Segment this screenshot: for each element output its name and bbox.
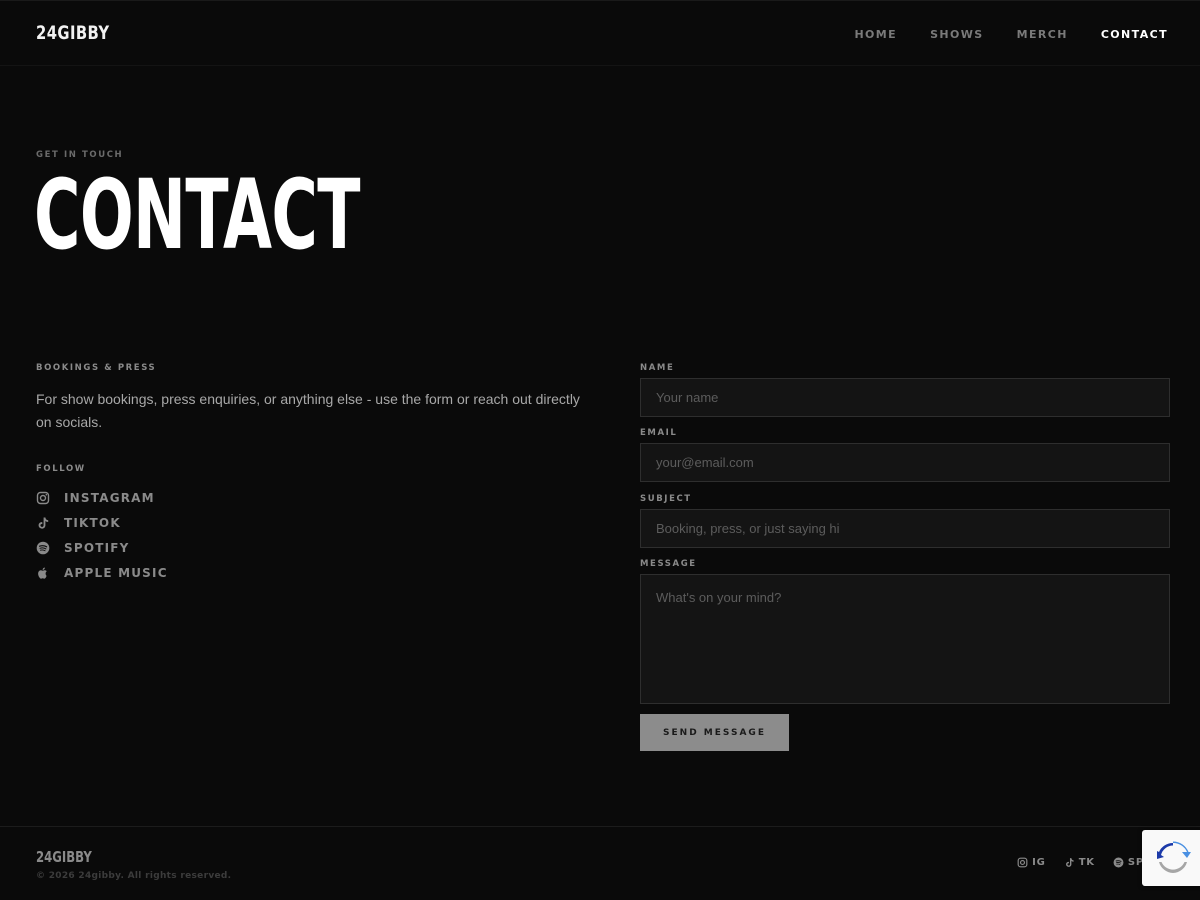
spotify-icon xyxy=(1113,857,1124,868)
social-label: SPOTIFY xyxy=(64,540,130,555)
social-link-apple-music[interactable]: APPLE MUSIC xyxy=(36,560,168,585)
social-label: INSTAGRAM xyxy=(64,490,155,505)
instagram-icon xyxy=(36,491,50,505)
recaptcha-badge[interactable] xyxy=(1142,830,1200,886)
email-label: EMAIL xyxy=(640,428,678,438)
nav-shows[interactable]: SHOWS xyxy=(930,28,984,41)
main-nav: HOME SHOWS MERCH CONTACT xyxy=(821,28,1168,41)
footer-social-links: IG TK SP xyxy=(999,857,1144,868)
social-link-spotify[interactable]: SPOTIFY xyxy=(36,535,168,560)
social-label: TIKTOK xyxy=(64,515,121,530)
nav-home[interactable]: HOME xyxy=(854,28,897,41)
message-label: MESSAGE xyxy=(640,559,697,569)
social-links: INSTAGRAM TIKTOK SPOTIFY APPLE MUSIC xyxy=(36,485,168,585)
site-header: 24GIBBY HOME SHOWS MERCH CONTACT xyxy=(0,0,1200,66)
copyright-text: © 2026 24gibby. All rights reserved. xyxy=(36,871,232,881)
nav-contact[interactable]: CONTACT xyxy=(1101,28,1168,41)
bookings-label: BOOKINGS & PRESS xyxy=(36,363,157,373)
footer-logo[interactable]: 24GIBBY xyxy=(36,848,92,866)
apple-icon xyxy=(36,566,50,580)
page-title: CONTACT xyxy=(34,159,360,271)
instagram-icon xyxy=(1017,857,1028,868)
site-logo[interactable]: 24GIBBY xyxy=(36,22,110,44)
send-message-button[interactable]: SEND MESSAGE xyxy=(640,714,789,751)
message-field[interactable] xyxy=(640,574,1170,704)
site-footer: 24GIBBY © 2026 24gibby. All rights reser… xyxy=(0,826,1200,900)
footer-social-tiktok[interactable]: TK xyxy=(1064,857,1095,868)
social-label: APPLE MUSIC xyxy=(64,565,168,580)
social-link-instagram[interactable]: INSTAGRAM xyxy=(36,485,168,510)
tiktok-icon xyxy=(36,516,50,530)
spotify-icon xyxy=(36,541,50,555)
email-field[interactable] xyxy=(640,443,1170,482)
footer-social-spotify[interactable]: SP xyxy=(1113,857,1144,868)
subject-field[interactable] xyxy=(640,509,1170,548)
follow-label: FOLLOW xyxy=(36,464,86,474)
bookings-text: For show bookings, press enquiries, or a… xyxy=(36,391,580,430)
recaptcha-icon xyxy=(1157,841,1191,873)
tiktok-icon xyxy=(1065,858,1074,867)
name-label: NAME xyxy=(640,363,675,373)
nav-merch[interactable]: MERCH xyxy=(1017,28,1068,41)
footer-social-instagram[interactable]: IG xyxy=(1017,857,1046,868)
footer-social-label: TK xyxy=(1078,857,1095,868)
footer-social-label: IG xyxy=(1032,857,1046,868)
social-link-tiktok[interactable]: TIKTOK xyxy=(36,510,168,535)
subject-label: SUBJECT xyxy=(640,494,692,504)
name-field[interactable] xyxy=(640,378,1170,417)
